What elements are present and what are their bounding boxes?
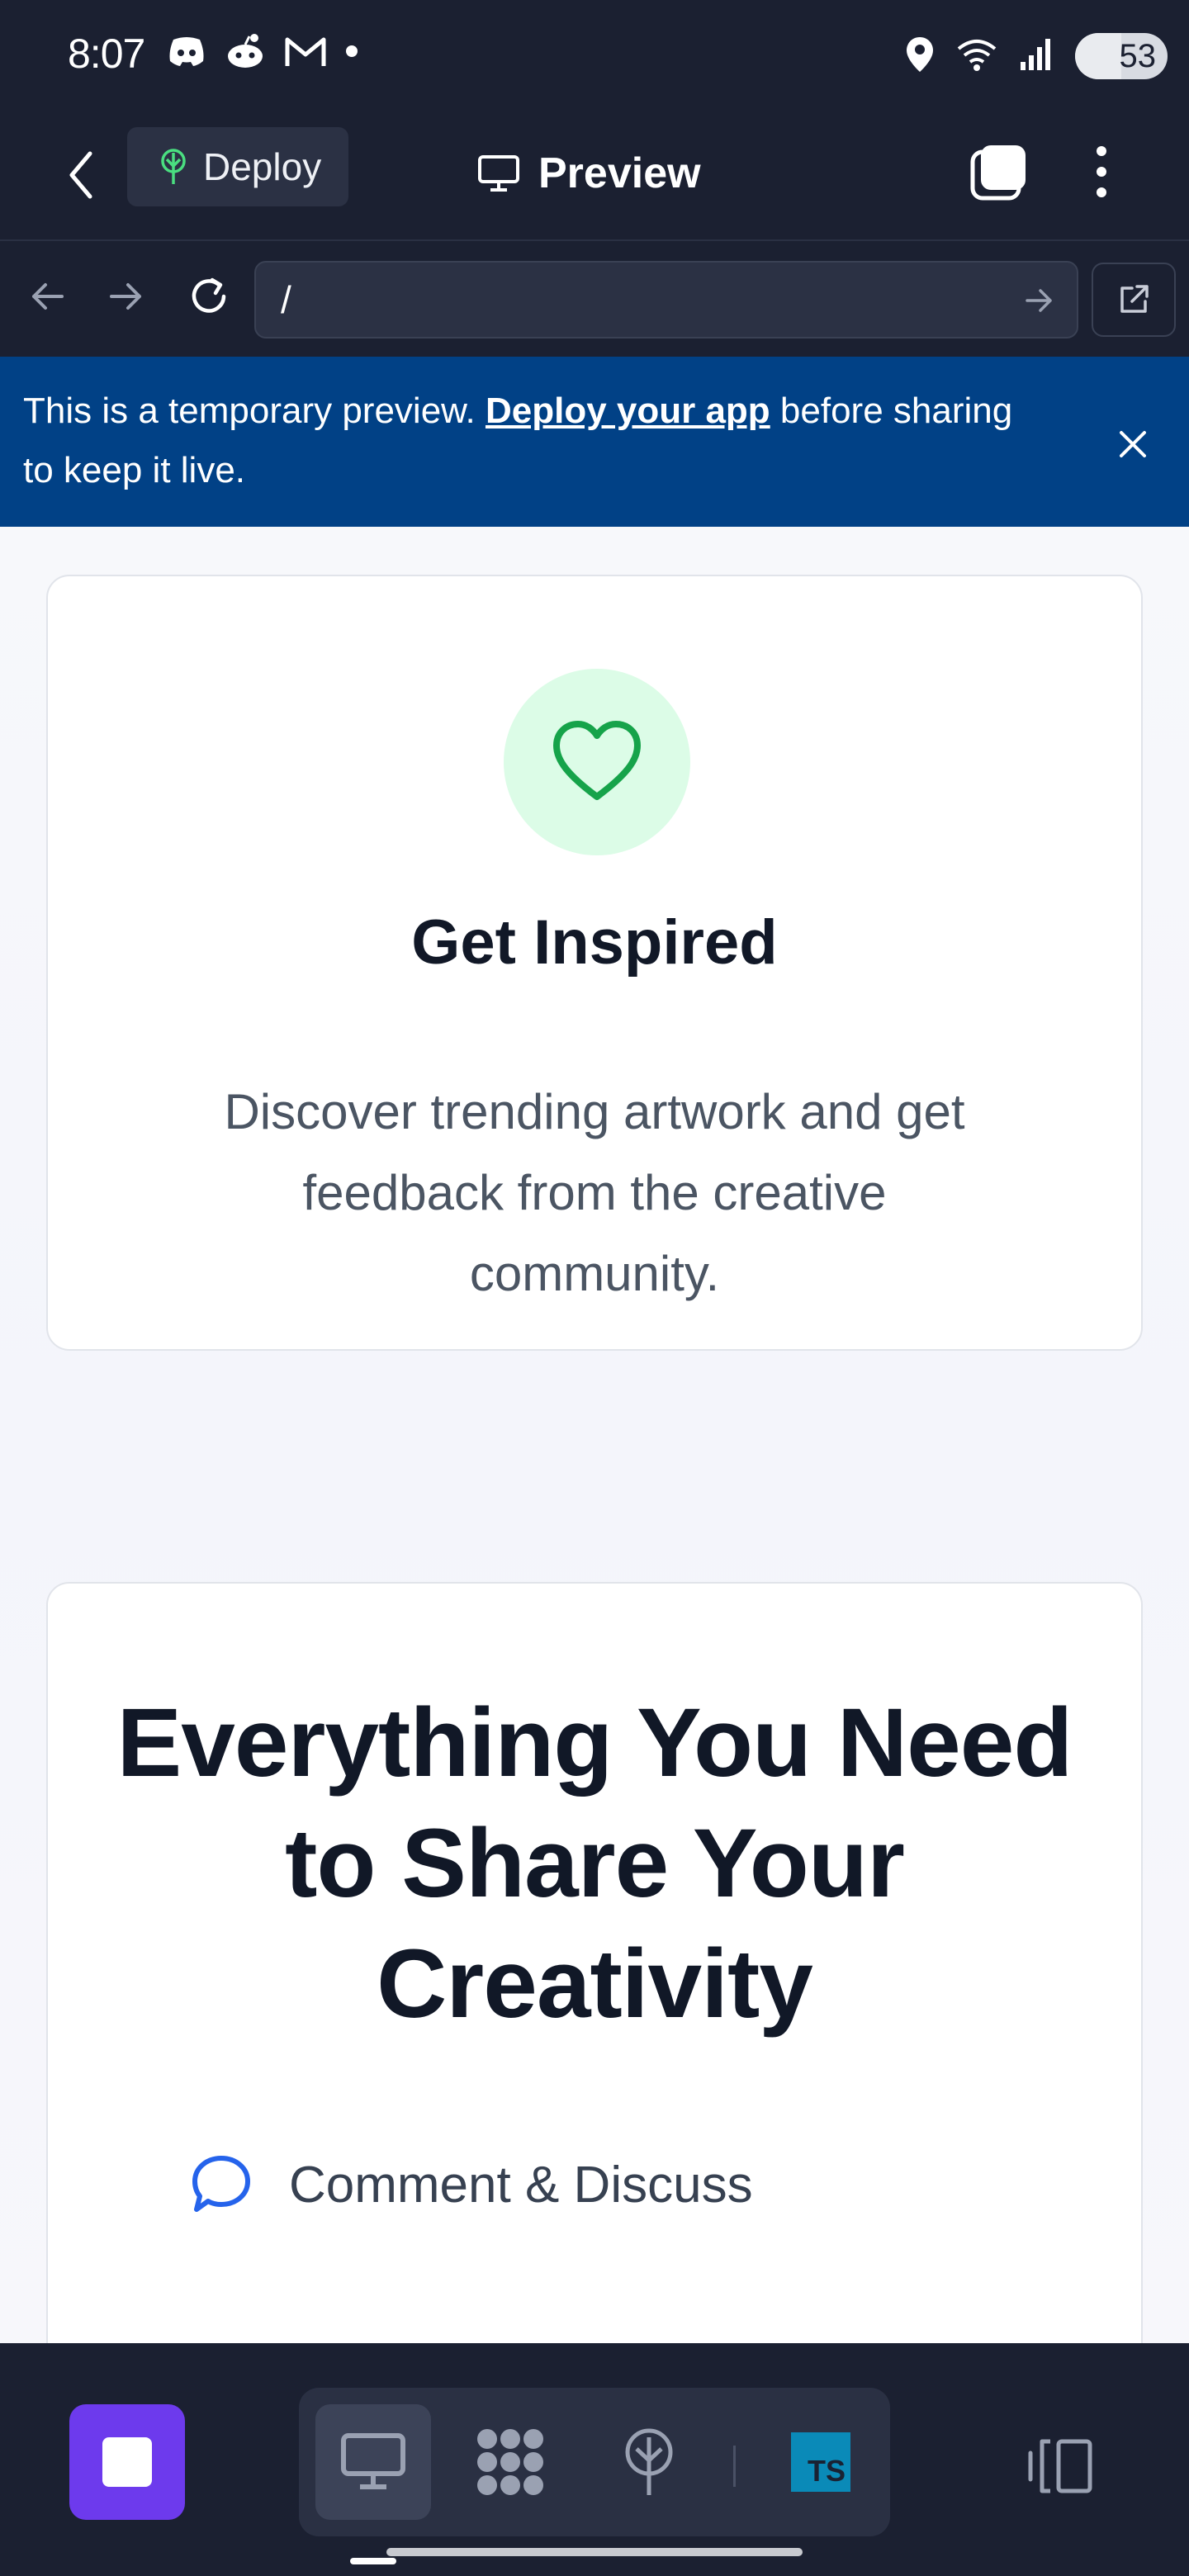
status-time: 8:07: [68, 31, 145, 77]
typescript-icon: TS: [791, 2432, 850, 2492]
discord-icon: [167, 35, 206, 72]
stop-icon: [102, 2437, 152, 2487]
battery-level: 53: [1119, 37, 1157, 74]
go-arrow-icon[interactable]: [1021, 279, 1057, 322]
feature-label: Comment & Discuss: [289, 2156, 753, 2214]
banner-message: This is a temporary preview. Deploy your…: [23, 381, 1047, 500]
preview-content: Get Inspired Discover trending artwork a…: [0, 527, 1189, 2343]
app-header: Deploy Preview: [0, 109, 1189, 241]
banner-close-button[interactable]: [1110, 421, 1156, 467]
apps-grid-icon: [477, 2429, 543, 2495]
heart-icon-badge: [504, 669, 690, 855]
signal-icon: [1019, 37, 1054, 76]
tool-apps[interactable]: [452, 2404, 568, 2520]
features-heading: Everything You Need to Share Your Creati…: [116, 1688, 1073, 2039]
arrow-right-icon: [110, 283, 141, 310]
get-inspired-card: Get Inspired Discover trending artwork a…: [46, 575, 1143, 1351]
url-value: /: [281, 278, 291, 321]
stop-button[interactable]: [69, 2404, 185, 2520]
toggle-panel-button[interactable]: [1019, 2429, 1101, 2503]
system-icons: 53: [905, 33, 1168, 79]
page-title: Preview: [477, 140, 701, 206]
chat-bubble-icon: [192, 2156, 250, 2212]
open-new-tab-button[interactable]: [1092, 263, 1176, 337]
side-panel-icon: [1028, 2439, 1092, 2493]
tool-divider: [733, 2446, 736, 2487]
reddit-icon: [225, 33, 266, 73]
browser-back-button[interactable]: [18, 268, 76, 325]
more-vertical-icon: [1097, 146, 1106, 197]
chevron-left-icon: [69, 151, 92, 199]
deploy-tree-icon: [161, 149, 186, 184]
arrow-left-icon: [32, 283, 64, 310]
battery-indicator: 53: [1075, 33, 1168, 79]
external-link-icon: [1120, 285, 1149, 313]
feature-item-comment: Comment & Discuss: [190, 2153, 753, 2216]
tabs-button[interactable]: [966, 139, 1032, 205]
tool-preview[interactable]: [315, 2404, 431, 2520]
deploy-tree-icon: [625, 2428, 673, 2495]
tool-deploy[interactable]: [591, 2404, 707, 2520]
heart-icon: [553, 721, 641, 800]
notification-icons: [167, 33, 358, 73]
gesture-bar-segment: [350, 2558, 396, 2564]
status-bar: 8:07 53: [0, 0, 1189, 109]
tool-typescript-file[interactable]: TS: [763, 2404, 879, 2520]
card-description: Discover trending artwork and get feedba…: [224, 1084, 965, 1301]
back-button[interactable]: [56, 142, 106, 208]
wifi-icon: [956, 37, 997, 76]
temporary-preview-banner: This is a temporary preview. Deploy your…: [0, 357, 1189, 527]
location-icon: [905, 36, 935, 78]
monitor-icon: [341, 2433, 405, 2489]
deploy-label: Deploy: [203, 145, 322, 188]
url-input[interactable]: /: [254, 261, 1078, 339]
banner-text-before: This is a temporary preview.: [23, 391, 486, 431]
gmail-icon: [284, 35, 327, 72]
dot-icon: [345, 45, 358, 62]
monitor-icon: [478, 155, 519, 192]
bottom-toolbar: TS: [0, 2343, 1189, 2576]
deploy-app-link[interactable]: Deploy your app: [486, 391, 770, 431]
reload-button[interactable]: [180, 268, 238, 325]
close-icon: [1120, 431, 1146, 457]
browser-forward-button[interactable]: [97, 268, 155, 325]
home-gesture-bar[interactable]: [386, 2548, 803, 2556]
more-options-button[interactable]: [1077, 139, 1126, 205]
features-card: Everything You Need to Share Your Creati…: [46, 1582, 1143, 2343]
refresh-icon: [192, 277, 226, 313]
deploy-button[interactable]: Deploy: [127, 127, 348, 206]
url-toolbar: /: [0, 243, 1189, 357]
tabs-icon: [970, 145, 1026, 201]
page-title-label: Preview: [538, 149, 701, 197]
card-title: Get Inspired: [411, 907, 778, 978]
tool-switcher: TS: [299, 2388, 890, 2536]
